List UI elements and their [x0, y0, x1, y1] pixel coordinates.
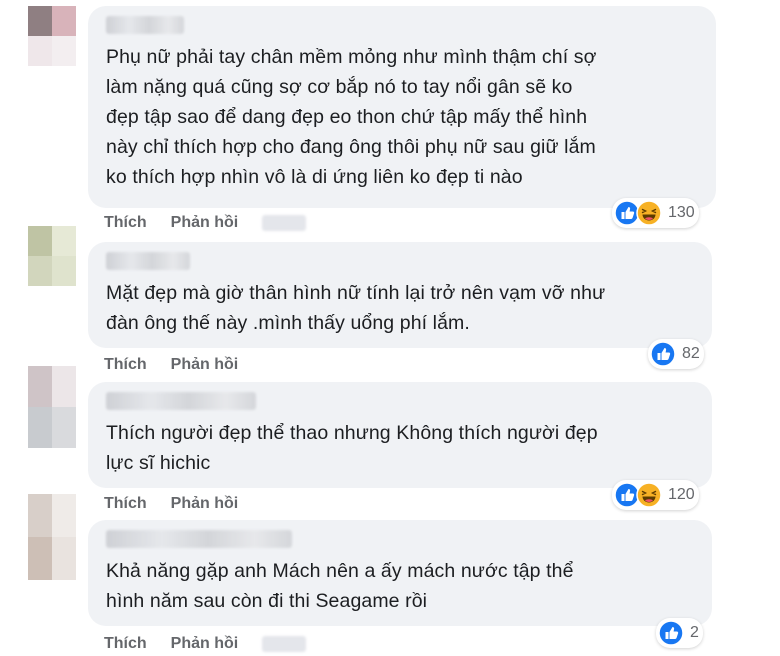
- reaction-count: 2: [690, 624, 699, 641]
- comment-text: Mặt đẹp mà giờ thân hình nữ tính lại trở…: [106, 282, 606, 334]
- reaction-summary[interactable]: 130: [612, 198, 699, 228]
- reply-link[interactable]: Phản hồi: [171, 635, 239, 653]
- commenter-name[interactable]: [106, 530, 292, 548]
- comment-bubble: Khả năng gặp anh Mách nên a ấy mách nước…: [88, 520, 712, 626]
- like-reaction-icon: [650, 341, 676, 367]
- avatar[interactable]: [28, 6, 76, 66]
- comment-text: Phụ nữ phải tay chân mềm mỏng như mình t…: [106, 46, 597, 188]
- like-link[interactable]: Thích: [104, 356, 147, 374]
- comment-actions: Thích Phản hồi: [104, 635, 307, 653]
- like-link[interactable]: Thích: [104, 635, 147, 653]
- avatar[interactable]: [28, 226, 76, 286]
- like-reaction-icon: [658, 620, 684, 646]
- comment-actions: Thích Phản hồi: [104, 214, 307, 232]
- commenter-name[interactable]: [106, 16, 184, 34]
- comment-text: Khả năng gặp anh Mách nên a ấy mách nước…: [106, 560, 574, 612]
- comment-bubble: Mặt đẹp mà giờ thân hình nữ tính lại trở…: [88, 242, 712, 348]
- timestamp[interactable]: [262, 215, 307, 231]
- reply-link[interactable]: Phản hồi: [171, 495, 239, 513]
- commenter-name[interactable]: [106, 252, 190, 270]
- like-link[interactable]: Thích: [104, 495, 147, 513]
- timestamp[interactable]: [262, 636, 307, 652]
- reply-link[interactable]: Phản hồi: [171, 356, 239, 374]
- commenter-name[interactable]: [106, 392, 256, 410]
- reaction-count: 120: [668, 486, 695, 503]
- comment-bubble: Thích người đẹp thể thao nhưng Không thí…: [88, 382, 712, 488]
- reaction-summary[interactable]: 2: [656, 618, 703, 648]
- comment-actions: Thích Phản hồi: [104, 356, 238, 374]
- haha-reaction-icon: [636, 200, 662, 226]
- reaction-summary[interactable]: 82: [648, 339, 704, 369]
- comment-bubble: Phụ nữ phải tay chân mềm mỏng như mình t…: [88, 6, 716, 208]
- comment-text: Thích người đẹp thể thao nhưng Không thí…: [106, 422, 598, 474]
- haha-reaction-icon: [636, 482, 662, 508]
- like-link[interactable]: Thích: [104, 214, 147, 232]
- reaction-summary[interactable]: 120: [612, 480, 699, 510]
- comment-actions: Thích Phản hồi: [104, 495, 238, 513]
- avatar[interactable]: [28, 366, 76, 448]
- reaction-count: 82: [682, 345, 700, 362]
- avatar[interactable]: [28, 494, 76, 580]
- reaction-count: 130: [668, 204, 695, 221]
- reply-link[interactable]: Phản hồi: [171, 214, 239, 232]
